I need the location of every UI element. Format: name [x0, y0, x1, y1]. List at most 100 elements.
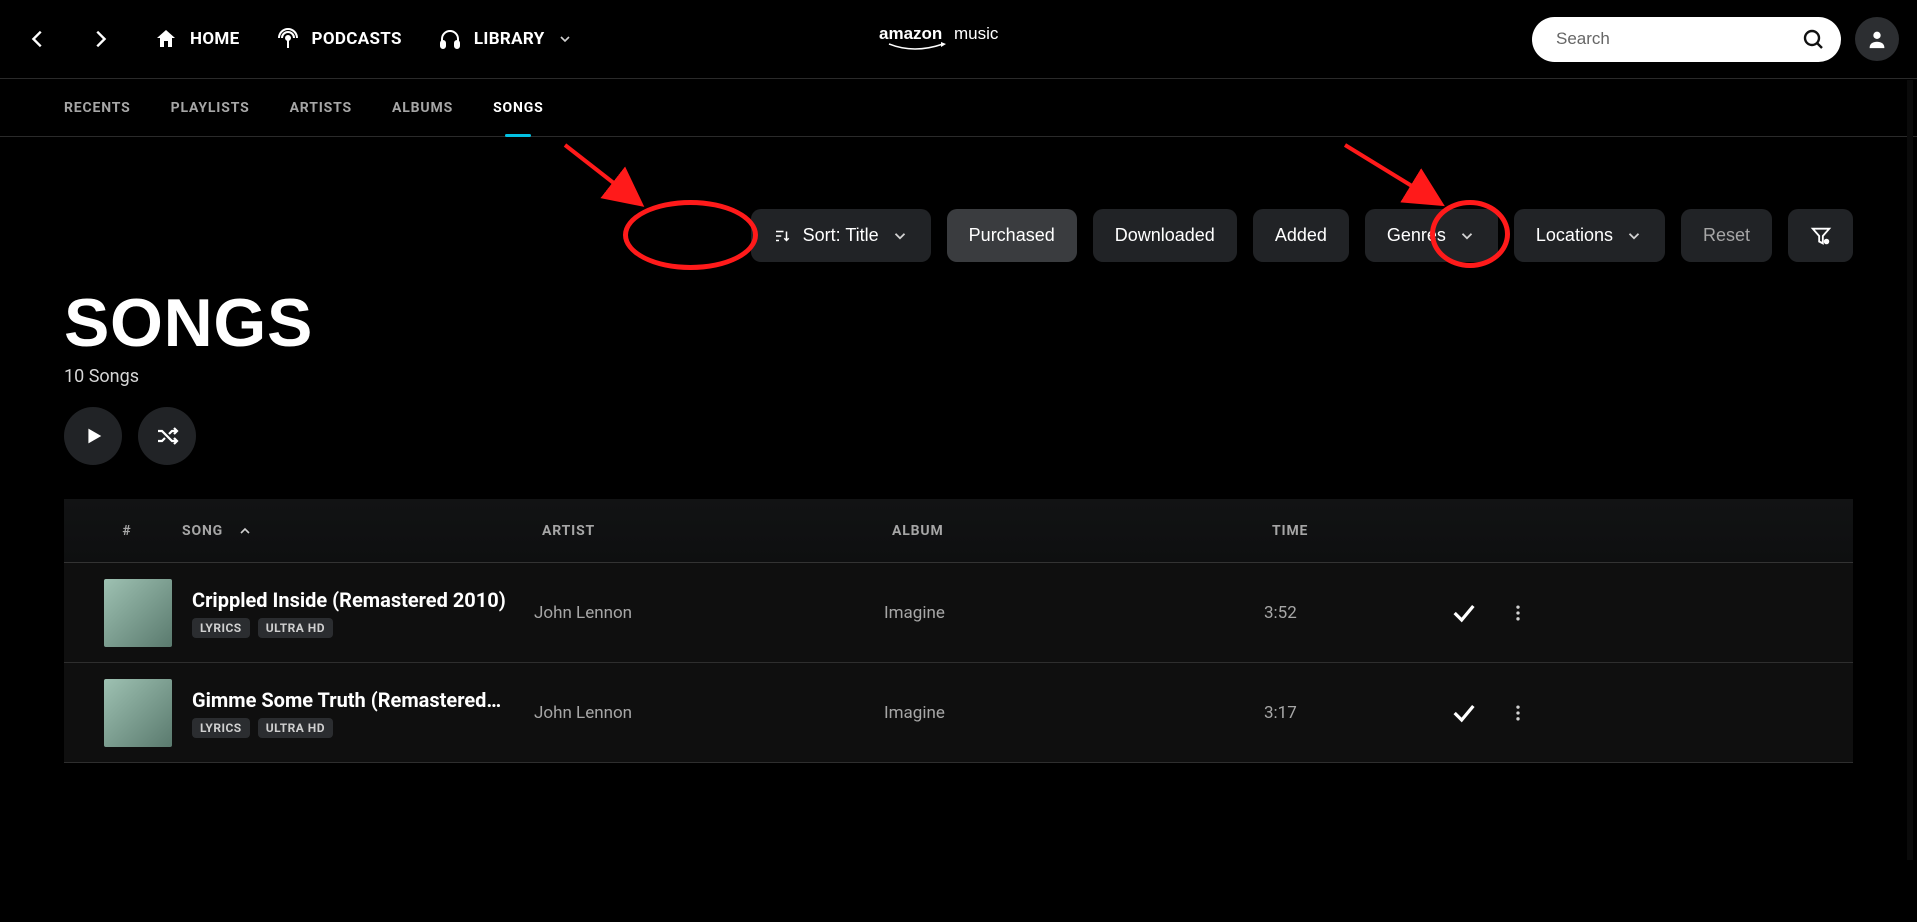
lyrics-badge: LYRICS	[192, 618, 250, 638]
row-song-title[interactable]: Gimme Some Truth (Remastered…	[192, 688, 501, 712]
row-song-cell: Gimme Some Truth (Remastered… LYRICS ULT…	[174, 679, 534, 747]
col-artist[interactable]: ARTIST	[542, 523, 892, 539]
locations-chip-label: Locations	[1536, 225, 1613, 246]
user-icon	[1866, 28, 1888, 50]
tab-playlists[interactable]: PLAYLISTS	[171, 100, 250, 116]
nav-podcasts[interactable]: PODCASTS	[276, 27, 402, 51]
back-button[interactable]	[24, 25, 52, 53]
account-avatar[interactable]	[1855, 17, 1899, 61]
shuffle-icon	[155, 424, 179, 448]
primary-nav: HOME PODCASTS LIBRARY	[154, 27, 573, 51]
check-icon	[1450, 699, 1478, 727]
genres-chip[interactable]: Genres	[1365, 209, 1498, 262]
row-badges: LYRICS ULTRA HD	[192, 618, 506, 638]
search-icon	[1801, 27, 1825, 51]
col-song[interactable]: SONG	[182, 523, 542, 539]
row-badges: LYRICS ULTRA HD	[192, 718, 501, 738]
chevron-down-icon	[1625, 227, 1643, 245]
podcast-icon	[276, 27, 300, 51]
more-vertical-icon	[1508, 701, 1528, 725]
sort-chip-label: Sort: Title	[803, 225, 879, 246]
chevron-down-icon	[1458, 227, 1476, 245]
forward-button[interactable]	[86, 25, 114, 53]
nav-library-label: LIBRARY	[474, 29, 545, 49]
page-title: SONGS	[64, 284, 1853, 362]
nav-home[interactable]: HOME	[154, 27, 240, 51]
col-index[interactable]: #	[72, 523, 182, 539]
downloaded-chip-label: Downloaded	[1115, 225, 1215, 246]
nav-library[interactable]: LIBRARY	[438, 27, 573, 51]
home-icon	[154, 27, 178, 51]
table-row[interactable]: 2 Gimme Some Truth (Remastered… LYRICS U…	[64, 663, 1853, 763]
sort-icon	[773, 227, 791, 245]
tab-recents[interactable]: RECENTS	[64, 100, 131, 116]
filter-settings-icon	[1810, 225, 1832, 247]
caret-up-icon	[237, 523, 253, 539]
scrollbar[interactable]	[1907, 80, 1913, 860]
added-chip-label: Added	[1275, 225, 1327, 246]
amazon-music-logo-icon: amazon music	[879, 19, 1039, 59]
tab-artists[interactable]: ARTISTS	[290, 100, 352, 116]
search-input[interactable]	[1554, 28, 1801, 50]
row-more[interactable]	[1484, 701, 1534, 725]
library-subtabs: RECENTS PLAYLISTS ARTISTS ALBUMS SONGS	[0, 79, 1917, 137]
chevron-left-icon	[27, 28, 49, 50]
row-time: 3:17	[1264, 703, 1394, 723]
table-row[interactable]: 1 Crippled Inside (Remastered 2010) LYRI…	[64, 563, 1853, 663]
songs-table-header: # SONG ARTIST ALBUM TIME	[64, 499, 1853, 563]
play-all-button[interactable]	[64, 407, 122, 465]
genres-chip-label: Genres	[1387, 225, 1446, 246]
action-row	[64, 407, 1853, 465]
row-artist[interactable]: John Lennon	[534, 703, 884, 723]
headphones-icon	[438, 27, 462, 51]
row-album[interactable]: Imagine	[884, 603, 1264, 623]
history-nav	[24, 25, 114, 53]
shuffle-button[interactable]	[138, 407, 196, 465]
chevron-right-icon	[89, 28, 111, 50]
app-header: HOME PODCASTS LIBRARY amazon music	[0, 0, 1917, 79]
svg-text:music: music	[954, 24, 999, 43]
row-time: 3:52	[1264, 603, 1394, 623]
row-artist[interactable]: John Lennon	[534, 603, 884, 623]
row-album[interactable]: Imagine	[884, 703, 1264, 723]
nav-home-label: HOME	[190, 29, 240, 49]
chevron-down-icon	[891, 227, 909, 245]
downloaded-chip[interactable]: Downloaded	[1093, 209, 1237, 262]
purchased-chip-label: Purchased	[969, 225, 1055, 246]
songs-table: # SONG ARTIST ALBUM TIME 1 Crippled Insi…	[64, 499, 1853, 763]
album-art	[104, 679, 172, 747]
main-content: Sort: Title Purchased Downloaded Added G…	[0, 137, 1917, 763]
album-art	[104, 579, 172, 647]
svg-text:amazon: amazon	[879, 24, 942, 43]
ultra-hd-badge: ULTRA HD	[258, 618, 333, 638]
row-status	[1394, 699, 1484, 727]
search-bar[interactable]	[1532, 17, 1841, 62]
row-song-title[interactable]: Crippled Inside (Remastered 2010)	[192, 588, 506, 612]
more-vertical-icon	[1508, 601, 1528, 625]
tab-albums[interactable]: ALBUMS	[392, 100, 453, 116]
col-song-label: SONG	[182, 523, 223, 539]
row-song-cell: Crippled Inside (Remastered 2010) LYRICS…	[174, 579, 534, 647]
col-album[interactable]: ALBUM	[892, 523, 1272, 539]
tab-songs[interactable]: SONGS	[493, 100, 544, 116]
header-right	[1532, 17, 1899, 62]
sort-chip[interactable]: Sort: Title	[751, 209, 931, 262]
col-time[interactable]: TIME	[1272, 523, 1402, 539]
row-more[interactable]	[1484, 601, 1534, 625]
ultra-hd-badge: ULTRA HD	[258, 718, 333, 738]
reset-chip-label: Reset	[1703, 225, 1750, 246]
nav-podcasts-label: PODCASTS	[312, 29, 402, 49]
locations-chip[interactable]: Locations	[1514, 209, 1665, 262]
filter-settings-chip[interactable]	[1788, 209, 1853, 262]
brand-logo: amazon music	[879, 19, 1039, 59]
added-chip[interactable]: Added	[1253, 209, 1349, 262]
page-subtitle: 10 Songs	[64, 366, 1853, 387]
chevron-down-icon	[557, 31, 573, 47]
filter-row: Sort: Title Purchased Downloaded Added G…	[64, 137, 1853, 262]
purchased-chip[interactable]: Purchased	[947, 209, 1077, 262]
play-icon	[82, 425, 104, 447]
reset-chip[interactable]: Reset	[1681, 209, 1772, 262]
row-status	[1394, 599, 1484, 627]
lyrics-badge: LYRICS	[192, 718, 250, 738]
check-icon	[1450, 599, 1478, 627]
